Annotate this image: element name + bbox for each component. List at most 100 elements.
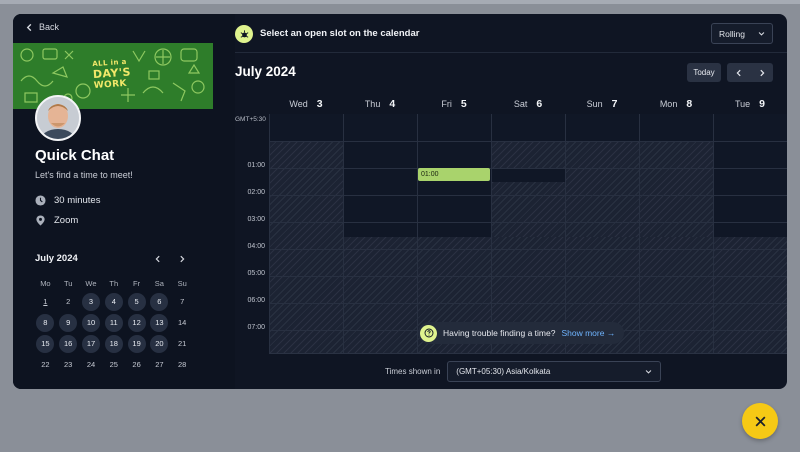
chevron-right-icon [180, 255, 185, 263]
day-name: Fri [441, 99, 452, 109]
mini-calendar-day[interactable]: 11 [104, 314, 123, 332]
close-widget-button[interactable] [742, 403, 778, 439]
hour-line [269, 195, 787, 196]
mini-calendar-day[interactable]: 3 [81, 293, 100, 311]
location-text: Zoom [54, 215, 79, 226]
day-column [343, 114, 417, 353]
mini-calendar-day[interactable]: 9 [59, 314, 78, 332]
mini-calendar-day[interactable]: 20 [150, 335, 169, 353]
mini-calendar-day[interactable]: 12 [127, 314, 146, 332]
day-number: 6 [536, 98, 543, 110]
clock-icon [35, 195, 46, 206]
mini-calendar-day[interactable]: 16 [59, 335, 78, 353]
help-text: Having trouble finding a time? [443, 328, 556, 338]
mini-calendar-day: 2 [66, 297, 71, 306]
mini-calendar-day[interactable]: 19 [127, 335, 146, 353]
event-subtitle: Let's find a time to meet! [35, 170, 133, 180]
timezone-value: (GMT+05:30) Asia/Kolkata [456, 367, 551, 376]
day-name: Sat [513, 99, 528, 109]
timezone-short-label: GMT+5:30 [235, 116, 266, 123]
day-header: Fri 5 [417, 95, 491, 113]
hour-label: 02:00 [247, 189, 265, 196]
mini-calendar-day: 14 [178, 318, 187, 327]
timezone-label: Times shown in [385, 367, 441, 376]
mini-calendar-day: 22 [41, 360, 50, 369]
mini-prev-month-button[interactable] [151, 252, 165, 266]
close-icon [755, 416, 765, 426]
hour-label: 06:00 [247, 297, 265, 304]
mini-calendar-day[interactable]: 13 [150, 314, 169, 332]
today-button[interactable]: Today [687, 63, 721, 82]
hour-label: 07:00 [247, 324, 265, 331]
weekday-header: Th [109, 279, 119, 288]
help-banner: Having trouble finding a time? Show more… [418, 322, 625, 344]
mini-calendar-day[interactable]: 10 [81, 314, 100, 332]
view-mode-select[interactable]: Rolling [711, 23, 773, 44]
mini-calendar-day: 23 [64, 360, 73, 369]
question-icon [424, 328, 433, 338]
chevron-down-icon [758, 32, 765, 36]
day-number: 4 [389, 98, 396, 110]
time-grid: 01:00 [269, 114, 787, 354]
mini-calendar-day[interactable]: 6 [150, 293, 169, 311]
day-column [417, 114, 491, 353]
day-header: Tue 9 [713, 95, 787, 113]
avatar-portrait [37, 97, 79, 139]
weekday-header: Sa [154, 279, 164, 288]
week-calendar: GMT+5:30 01:00 Wed 3 Thu 4 Fri 5 Sat 6 Sun 7 Mon 8 T… [235, 95, 787, 355]
map-pin-icon [36, 215, 45, 226]
hour-label: 03:00 [247, 216, 265, 223]
day-header: Sun 7 [565, 95, 639, 113]
mini-calendar-day[interactable]: 15 [36, 335, 55, 353]
chevron-down-icon [645, 370, 652, 374]
host-avatar [35, 95, 81, 141]
bug-icon [240, 29, 248, 38]
day-number: 8 [686, 98, 693, 110]
mini-calendar-day: 25 [109, 360, 118, 369]
mini-calendar-day[interactable]: 17 [81, 335, 100, 353]
day-column [565, 114, 639, 353]
day-name: Tue [734, 99, 751, 109]
mini-calendar-grid: Mo Tu We Th Fr Sa Su 1 2 3 4 5 6 7 8 9 10 11 12 13 14 15 16 17 1… [34, 278, 204, 374]
mini-calendar-day: 26 [132, 360, 141, 369]
timezone-select[interactable]: (GMT+05:30) Asia/Kolkata [447, 361, 662, 382]
back-button[interactable]: Back [25, 22, 59, 32]
calendar-area: Select an open slot on the calendar Roll… [235, 14, 787, 389]
view-mode-value: Rolling [719, 28, 745, 39]
calendar-header-icon [235, 25, 253, 43]
header-divider [235, 52, 787, 53]
show-more-link[interactable]: Show more → [561, 328, 615, 338]
day-name: Thu [364, 99, 381, 109]
mini-calendar-day[interactable]: 1 [36, 293, 54, 311]
prev-week-button[interactable] [727, 63, 750, 82]
mini-calendar-day[interactable]: 18 [104, 335, 123, 353]
day-number: 7 [611, 98, 618, 110]
weekday-header: Mo [40, 279, 51, 288]
hour-label: 01:00 [247, 162, 265, 169]
mini-next-month-button[interactable] [175, 252, 189, 266]
next-week-button[interactable] [750, 63, 773, 82]
banner-title: ALL in a DAY'S WORK [92, 55, 154, 91]
weekday-header: Tu [63, 279, 73, 288]
hour-line [269, 141, 787, 142]
calendar-month-title: July 2024 [235, 64, 296, 79]
mini-calendar-month: July 2024 [35, 253, 78, 264]
duration-row: 30 minutes [35, 195, 100, 206]
hour-label: 04:00 [247, 243, 265, 250]
day-name: Sun [586, 99, 603, 109]
day-number: 3 [316, 98, 323, 110]
mini-calendar-day[interactable]: 8 [36, 314, 55, 332]
day-column [713, 114, 787, 353]
hour-line [269, 276, 787, 277]
day-name: Wed [289, 99, 308, 109]
top-edge [0, 0, 800, 4]
available-slot[interactable]: 01:00 [418, 168, 490, 181]
mini-calendar-day[interactable]: 4 [104, 293, 123, 311]
mini-calendar-day: 27 [155, 360, 164, 369]
chevron-left-icon [736, 69, 741, 76]
hour-line [269, 222, 787, 223]
duration-text: 30 minutes [54, 195, 101, 206]
mini-calendar-day[interactable]: 5 [127, 293, 146, 311]
weekday-header: Su [177, 279, 187, 288]
day-column [639, 114, 713, 353]
